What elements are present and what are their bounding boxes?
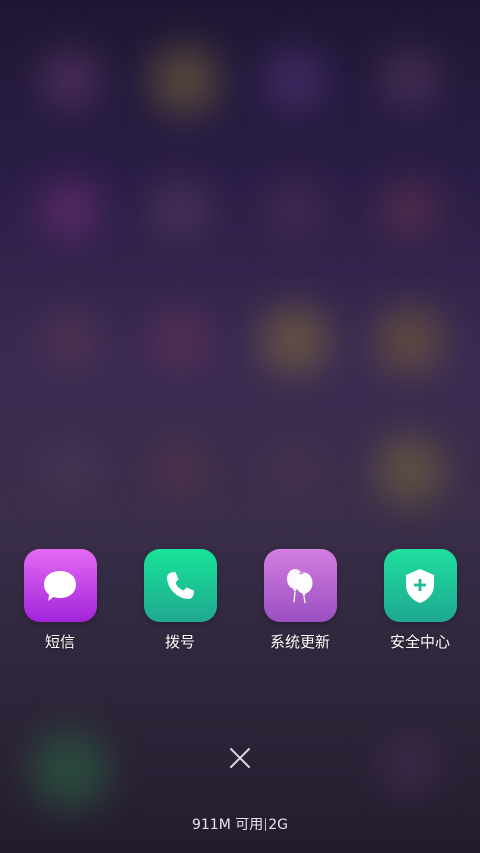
memory-status: 911M 可用 2G [0,815,480,835]
app-sms-icon-tile[interactable] [23,549,97,622]
chat-bubble-icon [44,570,76,601]
app-system-update[interactable]: 系统更新 [240,549,360,652]
app-security-center-icon-tile[interactable] [383,549,457,622]
network-type-text: 2G [268,817,289,833]
app-system-update-icon-tile[interactable] [263,549,337,622]
app-security-center-label: 安全中心 [389,633,450,651]
app-sms[interactable]: 短信 [0,549,120,652]
app-dialer-icon-tile[interactable] [143,549,217,622]
app-dialer-label: 拨号 [164,633,195,651]
recent-apps-dock: 短信 拨号 系统更新 安全中心 [0,549,480,659]
app-dialer[interactable]: 拨号 [120,549,240,652]
divider [265,818,267,831]
balloons-icon [287,568,313,603]
app-security-center[interactable]: 安全中心 [360,549,480,652]
close-icon [230,748,250,768]
app-sms-label: 短信 [44,633,75,651]
phone-icon [167,571,194,599]
app-system-update-label: 系统更新 [269,633,330,651]
shield-plus-icon [406,568,434,603]
available-memory-text: 911M 可用 [191,817,264,833]
close-recents-button[interactable] [224,742,256,774]
